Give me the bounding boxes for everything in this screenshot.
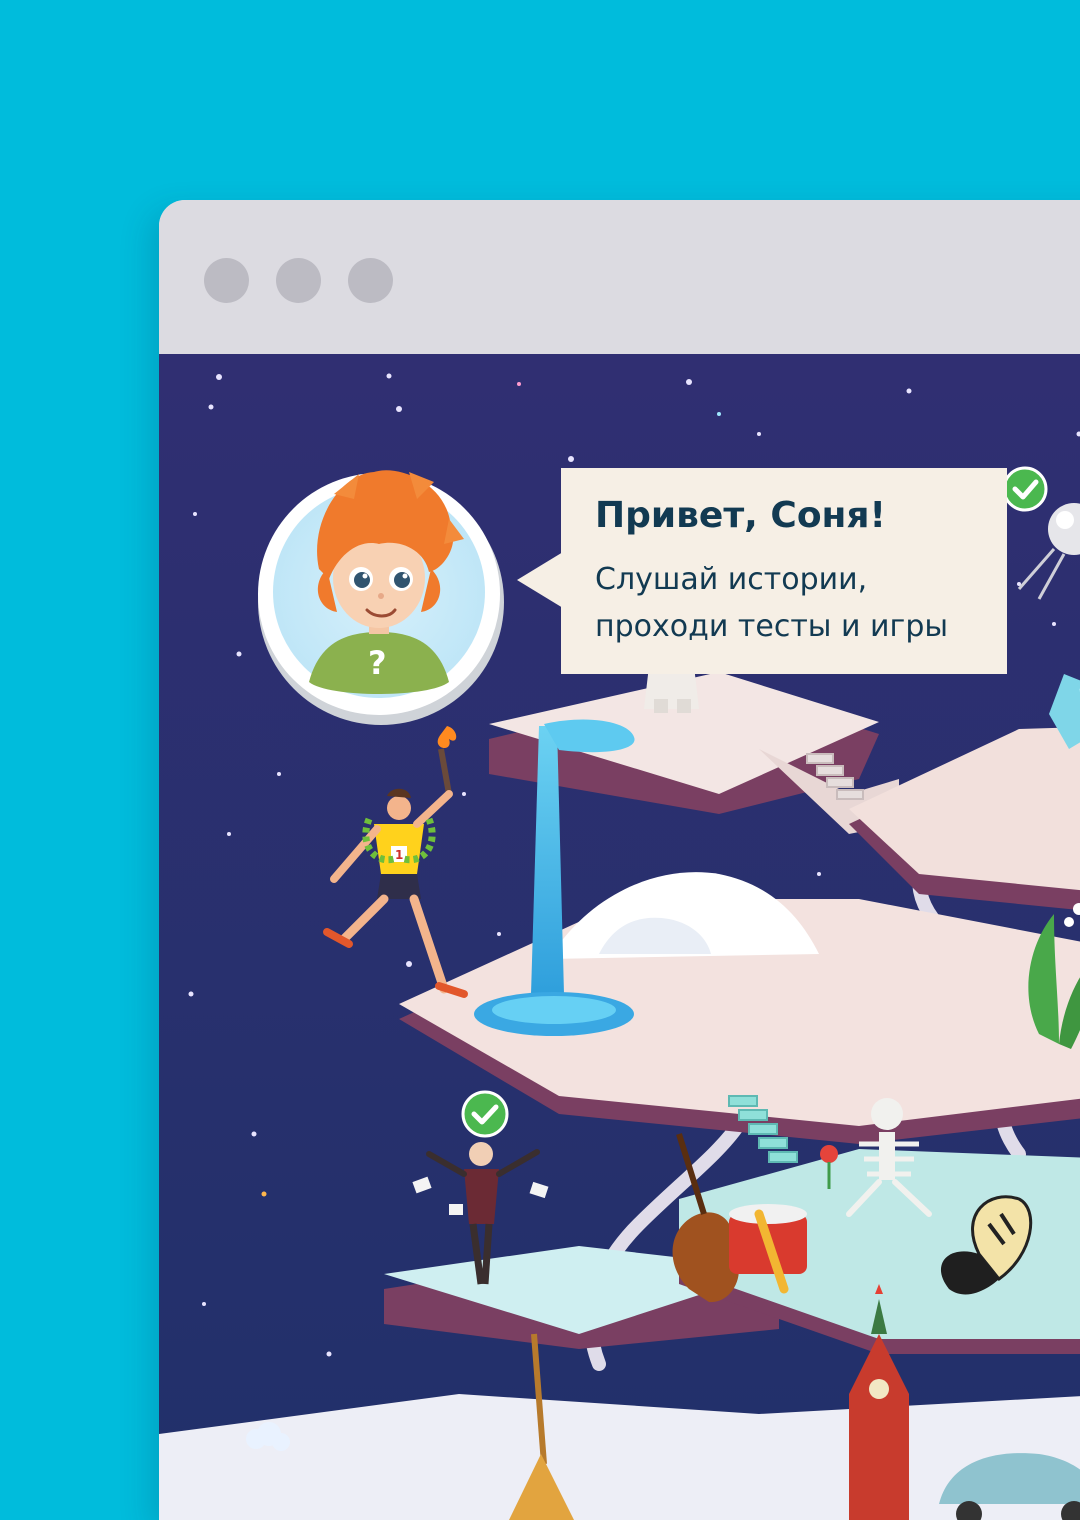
game-map-area: 1 <box>159 354 1080 1520</box>
greeting-line-2: проходи тесты и игры <box>595 604 973 651</box>
svg-text:?: ? <box>368 644 387 682</box>
window-button-close[interactable] <box>204 258 249 303</box>
greeting-text: Слушай истории, проходи тесты и игры <box>595 557 973 650</box>
browser-window: 1 <box>159 200 1080 1520</box>
speech-bubble-tail <box>517 552 563 608</box>
check-icon <box>1004 468 1046 510</box>
greeting-line-1: Слушай истории, <box>595 557 973 604</box>
window-titlebar <box>159 200 1080 354</box>
window-button-minimize[interactable] <box>276 258 321 303</box>
greeting-bubble: Привет, Соня! Слушай истории, проходи те… <box>561 468 1007 674</box>
check-icon <box>463 1092 507 1136</box>
greeting-title: Привет, Соня! <box>595 494 973 537</box>
window-button-maximize[interactable] <box>348 258 393 303</box>
svg-text:1: 1 <box>395 848 403 862</box>
